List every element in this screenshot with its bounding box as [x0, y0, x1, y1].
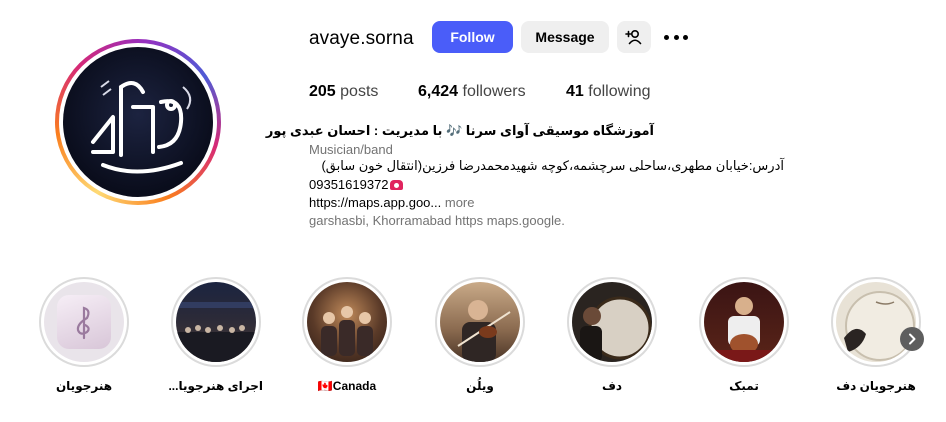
tombak-photo: [704, 297, 784, 362]
following-label: following: [588, 83, 651, 100]
bio-location[interactable]: garshasbi, Khorramabad https maps.google…: [309, 213, 565, 228]
profile-username[interactable]: avaye.sorna: [309, 28, 414, 50]
profile-avatar-ring[interactable]: [55, 39, 221, 205]
bio-category: Musician/band: [309, 142, 393, 157]
highlight-label: اجرای هنرجویا...: [168, 379, 263, 393]
person-plus-icon: [625, 29, 642, 45]
highlight-item[interactable]: ویلُن: [433, 277, 527, 393]
posts-label: posts: [340, 83, 379, 100]
highlight-item[interactable]: اجرای هنرجویا...: [168, 277, 263, 393]
avatar-inner-border: [59, 43, 217, 201]
bio-more-button[interactable]: more: [445, 195, 475, 210]
highlight-cover: [440, 282, 520, 362]
highlight-cover: [572, 282, 652, 362]
bio-phone-line: 09351619372: [309, 177, 403, 192]
message-button[interactable]: Message: [521, 21, 609, 53]
highlight-cover: [836, 282, 916, 362]
bio-link-line: https://maps.app.goo... more: [309, 195, 475, 210]
bio-phone-number: 09351619372: [309, 177, 389, 192]
avatar-logo: [91, 80, 192, 174]
music-app-icon: [57, 295, 111, 349]
followers-stat[interactable]: 6,424 followers: [418, 83, 526, 101]
followers-label: followers: [462, 83, 526, 100]
highlight-label: هنرجویان: [55, 379, 113, 393]
highlight-item[interactable]: تمبک: [697, 277, 791, 393]
bio-address: آدرس:خیابان مطهری،ساحلی سرچشمه،کوچه شهید…: [321, 158, 784, 173]
highlight-label: هنرجویان دف: [836, 379, 916, 393]
follow-button[interactable]: Follow: [432, 21, 513, 53]
highlight-cover: [307, 282, 387, 362]
highlight-item[interactable]: 🇨🇦Canada: [300, 277, 394, 393]
concert-photo: [176, 302, 256, 362]
highlight-label: تمبک: [729, 379, 759, 393]
highlight-label: ویلُن: [466, 379, 494, 393]
highlight-cover: [704, 282, 784, 362]
highlight-ring: [171, 277, 261, 367]
highlight-ring: [567, 277, 657, 367]
highlight-item[interactable]: هنرجویان: [37, 277, 131, 393]
highlight-ring: [435, 277, 525, 367]
group-photo: [321, 306, 373, 356]
following-count: 41: [566, 83, 584, 100]
following-stat[interactable]: 41 following: [566, 83, 651, 101]
daf-students-photo: [844, 291, 915, 361]
treble-clef-icon: [76, 306, 90, 340]
highlight-ring: [39, 277, 129, 367]
highlight-label: 🇨🇦Canada: [317, 379, 377, 393]
highlight-cover: [176, 282, 256, 362]
highlight-ring: [302, 277, 392, 367]
highlight-cover: [44, 282, 124, 362]
chevron-right-icon: [909, 333, 916, 345]
posts-count: 205: [309, 83, 336, 100]
suggest-accounts-button[interactable]: [617, 21, 651, 53]
telephone-icon: [389, 180, 403, 190]
more-options-icon[interactable]: [664, 28, 688, 46]
bio-link[interactable]: https://maps.app.goo...: [309, 195, 441, 210]
violinist-photo: [457, 300, 511, 362]
highlights-next-button[interactable]: [900, 327, 924, 351]
highlight-ring: [831, 277, 921, 367]
highlight-item[interactable]: دف: [565, 277, 659, 393]
highlight-ring: [699, 277, 789, 367]
followers-count: 6,424: [418, 83, 459, 100]
posts-stat: 205 posts: [309, 83, 378, 101]
daf-photo: [580, 296, 652, 362]
profile-avatar[interactable]: [63, 47, 213, 197]
bio-display-name: آموزشگاه موسیقی آوای سرنا 🎶 با مدیریت : …: [265, 123, 654, 138]
highlight-label: دف: [601, 379, 623, 393]
